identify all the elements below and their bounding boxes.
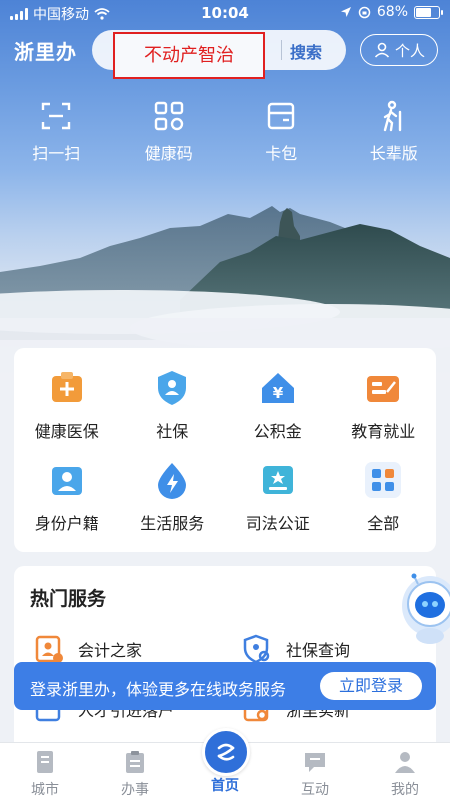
top-bar: 浙里办 不动产智治 搜索 个人 [0,30,450,79]
city-icon [37,751,53,773]
accountant-home-icon [35,635,63,663]
tab-label: 办事 [121,782,149,798]
user-icon [374,42,390,58]
hot-service-social-query[interactable]: 社保查询 [242,634,350,664]
education-employment-icon [367,376,400,402]
battery-percent: 68% [376,4,408,20]
profile-icon [395,752,415,773]
home-tab-button[interactable] [202,728,250,776]
service-all[interactable]: 全部 [331,460,437,534]
service-life-services[interactable]: 生活服务 [120,460,226,534]
svg-text:¥: ¥ [273,384,284,402]
service-grid-card: 健康医保 社保 ¥ 公积金 教育就业 身份户籍 生活服务 司法公证 全部 [14,348,436,552]
quick-action-health-code[interactable]: 健康码 [113,100,226,164]
search-button[interactable]: 搜索 [290,39,322,63]
quick-actions: 扫一扫 健康码 卡包 长辈版 [0,100,450,164]
quick-action-label: 健康码 [144,144,193,163]
hot-service-label: 社保查询 [286,641,351,660]
service-label: 健康医保 [34,422,99,441]
tab-interaction[interactable]: 互动 [285,749,345,799]
housing-fund-icon: ¥ [261,373,294,403]
tab-label: 首页 [211,778,239,794]
hot-services-title: 热门服务 [30,588,107,610]
quick-action-elder-mode[interactable]: 长辈版 [338,100,450,164]
scan-icon [42,102,71,130]
service-identity-household[interactable]: 身份户籍 [14,460,120,534]
card-wallet-icon [268,102,295,130]
interaction-icon [305,753,325,772]
service-label: 身份户籍 [34,514,99,533]
quick-action-label: 长辈版 [369,144,418,163]
hot-service-accountant[interactable]: 会计之家 [34,634,142,664]
service-label: 司法公证 [245,514,310,533]
personal-label: 个人 [394,41,425,60]
tab-city[interactable]: 城市 [15,749,75,799]
elder-mode-icon [383,100,401,132]
quick-action-label: 卡包 [265,144,298,163]
login-button[interactable]: 立即登录 [320,672,422,700]
service-label: 社保 [156,422,189,441]
health-code-icon [154,101,183,131]
service-label: 全部 [367,514,400,533]
identity-household-icon [51,467,82,495]
tab-profile[interactable]: 我的 [375,749,435,799]
affairs-icon [126,751,144,773]
app-title: 浙里办 [14,40,77,64]
location-arrow-icon [340,7,351,17]
quick-action-scan[interactable]: 扫一扫 [0,100,113,164]
quick-action-card-wallet[interactable]: 卡包 [225,100,338,164]
tab-label: 城市 [31,782,59,798]
search-hint-text[interactable]: 不动产智治 [113,32,265,79]
service-education-employment[interactable]: 教育就业 [331,368,437,442]
status-right: 68% [340,4,443,20]
home-icon [217,743,235,761]
orientation-lock-icon [358,6,371,18]
judicial-notary-icon [262,466,293,494]
service-label: 教育就业 [351,422,416,441]
tab-label: 我的 [391,782,419,798]
search-divider [281,40,282,60]
hot-service-label: 会计之家 [78,641,143,660]
life-services-icon [158,463,187,499]
tab-affairs[interactable]: 办事 [105,749,165,799]
social-security-icon [158,371,187,405]
search-bar[interactable]: 不动产智治 搜索 [92,30,346,79]
tab-label: 互动 [301,782,329,798]
login-banner-text: 登录浙里办，体验更多在线政务服务 [30,680,287,699]
assistant-robot-icon[interactable] [396,572,450,648]
medical-insurance-icon [51,372,82,402]
service-judicial-notary[interactable]: 司法公证 [225,460,331,534]
login-banner: 登录浙里办，体验更多在线政务服务 立即登录 [14,662,436,710]
status-bar: 中国移动 10:04 68% [0,0,450,26]
quick-action-label: 扫一扫 [32,144,81,163]
social-security-query-icon [243,634,270,664]
service-label: 生活服务 [140,514,205,533]
personal-button[interactable]: 个人 [360,34,438,66]
service-label: 公积金 [253,422,302,441]
battery-icon [414,5,443,19]
service-medical-insurance[interactable]: 健康医保 [14,368,120,442]
service-housing-fund[interactable]: ¥ 公积金 [225,368,331,442]
service-social-security[interactable]: 社保 [120,368,226,442]
all-services-icon [365,462,402,498]
